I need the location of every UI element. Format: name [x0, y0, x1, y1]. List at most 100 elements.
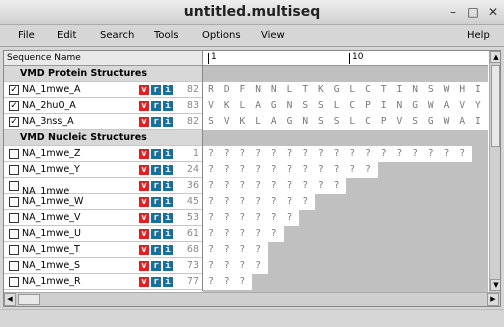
residue[interactable]: V [203, 100, 219, 111]
residue[interactable]: W [423, 100, 439, 111]
residue[interactable]: ? [234, 212, 250, 223]
tag-i-icon[interactable]: i [163, 181, 173, 191]
sequence-checkbox[interactable]: ✓ [9, 101, 19, 111]
residue[interactable]: G [266, 100, 282, 111]
residue[interactable]: ? [344, 148, 360, 159]
tag-i-icon[interactable]: i [163, 213, 173, 223]
menu-edit[interactable]: Edit [57, 30, 76, 41]
residue[interactable]: S [297, 100, 313, 111]
residue[interactable]: A [266, 116, 282, 127]
residue[interactable]: ? [234, 244, 250, 255]
menu-help[interactable]: Help [467, 30, 490, 41]
tag-r-icon[interactable]: r [151, 181, 161, 191]
residue[interactable]: A [250, 100, 266, 111]
tag-i-icon[interactable]: i [163, 197, 173, 207]
residue[interactable]: ? [203, 148, 219, 159]
menu-view[interactable]: View [261, 30, 285, 41]
residue[interactable]: ? [203, 196, 219, 207]
residue[interactable]: ? [250, 196, 266, 207]
residue[interactable]: ? [219, 276, 235, 287]
tag-r-icon[interactable]: r [151, 101, 161, 111]
residue[interactable]: C [344, 100, 360, 111]
tag-r-icon[interactable]: r [151, 165, 161, 175]
residue[interactable]: Y [470, 100, 486, 111]
residue[interactable]: ? [250, 212, 266, 223]
residue[interactable]: A [439, 100, 455, 111]
residue[interactable]: ? [219, 196, 235, 207]
residue[interactable]: ? [344, 164, 360, 175]
residue[interactable]: S [313, 116, 329, 127]
residue[interactable]: ? [219, 260, 235, 271]
tag-v-icon[interactable]: v [139, 229, 149, 239]
residue[interactable]: ? [219, 180, 235, 191]
residue[interactable]: ? [360, 164, 376, 175]
sequence-row[interactable]: NA_1mwe_U v r i 61 [4, 226, 202, 242]
residue[interactable]: ? [203, 228, 219, 239]
sequence-row[interactable]: ✓ NA_2hu0_A v r i 83 [4, 98, 202, 114]
residue[interactable]: ? [250, 260, 266, 271]
minimize-icon[interactable]: – [446, 5, 460, 19]
tag-i-icon[interactable]: i [163, 165, 173, 175]
menu-file[interactable]: File [18, 30, 35, 41]
residue[interactable]: G [282, 116, 298, 127]
sequence-row[interactable]: NA_1mwe_Z v r i 1 [4, 146, 202, 162]
column-divider[interactable] [202, 51, 203, 291]
residue[interactable]: ? [454, 148, 470, 159]
residue[interactable]: ? [234, 196, 250, 207]
sequence-checkbox[interactable]: ✓ [9, 117, 19, 127]
scroll-down-icon[interactable]: ▼ [490, 279, 500, 291]
residue[interactable]: W [439, 116, 455, 127]
sequence-row[interactable]: NA_1mwe_ v r i 36 [4, 178, 202, 197]
menu-search[interactable]: Search [100, 30, 134, 41]
menu-options[interactable]: Options [202, 30, 241, 41]
residue[interactable]: C [360, 84, 376, 95]
residue[interactable]: L [329, 100, 345, 111]
residue[interactable]: ? [297, 196, 313, 207]
maximize-icon[interactable]: □ [466, 5, 480, 19]
residue[interactable]: ? [407, 148, 423, 159]
residue[interactable]: ? [203, 180, 219, 191]
residue[interactable]: ? [266, 196, 282, 207]
sequence-row[interactable]: NA_1mwe_T v r i 68 [4, 242, 202, 258]
tag-r-icon[interactable]: r [151, 197, 161, 207]
residue[interactable]: I [391, 84, 407, 95]
residue[interactable]: ? [203, 260, 219, 271]
sequence-checkbox[interactable] [9, 149, 19, 159]
horizontal-scrollbar[interactable]: ◀ ▶ [4, 292, 500, 306]
tag-v-icon[interactable]: v [139, 277, 149, 287]
residue[interactable]: D [219, 84, 235, 95]
close-icon[interactable]: ✕ [486, 5, 500, 19]
horizontal-scroll-thumb[interactable] [18, 294, 40, 305]
sequence-checkbox[interactable] [9, 181, 19, 191]
residue[interactable]: L [344, 116, 360, 127]
residue[interactable]: N [297, 116, 313, 127]
residue[interactable]: N [391, 100, 407, 111]
tag-i-icon[interactable]: i [163, 277, 173, 287]
sequence-row[interactable]: NA_1mwe_R v r i 77 [4, 274, 202, 290]
sequence-row[interactable]: NA_1mwe_Y v r i 24 [4, 162, 202, 178]
tag-i-icon[interactable]: i [163, 229, 173, 239]
residue[interactable]: T [376, 84, 392, 95]
residue[interactable]: ? [234, 276, 250, 287]
residue[interactable]: K [313, 84, 329, 95]
tag-r-icon[interactable]: r [151, 229, 161, 239]
residue[interactable]: ? [234, 228, 250, 239]
menu-tools[interactable]: Tools [154, 30, 179, 41]
residue[interactable]: W [439, 84, 455, 95]
group-protein-structures[interactable]: VMD Protein Structures [4, 66, 202, 82]
residue[interactable]: H [454, 84, 470, 95]
residue[interactable]: N [407, 84, 423, 95]
residue[interactable]: G [329, 84, 345, 95]
residue[interactable]: R [203, 84, 219, 95]
residue[interactable]: I [470, 84, 486, 95]
residue[interactable]: ? [250, 148, 266, 159]
residue[interactable]: L [282, 84, 298, 95]
residue[interactable]: ? [329, 180, 345, 191]
residue[interactable]: P [376, 116, 392, 127]
residue[interactable]: ? [282, 180, 298, 191]
residue[interactable]: ? [313, 164, 329, 175]
residue[interactable]: ? [234, 164, 250, 175]
tag-i-icon[interactable]: i [163, 101, 173, 111]
residue[interactable]: ? [266, 148, 282, 159]
sequence-row[interactable]: NA_1mwe_S v r i 73 [4, 258, 202, 274]
